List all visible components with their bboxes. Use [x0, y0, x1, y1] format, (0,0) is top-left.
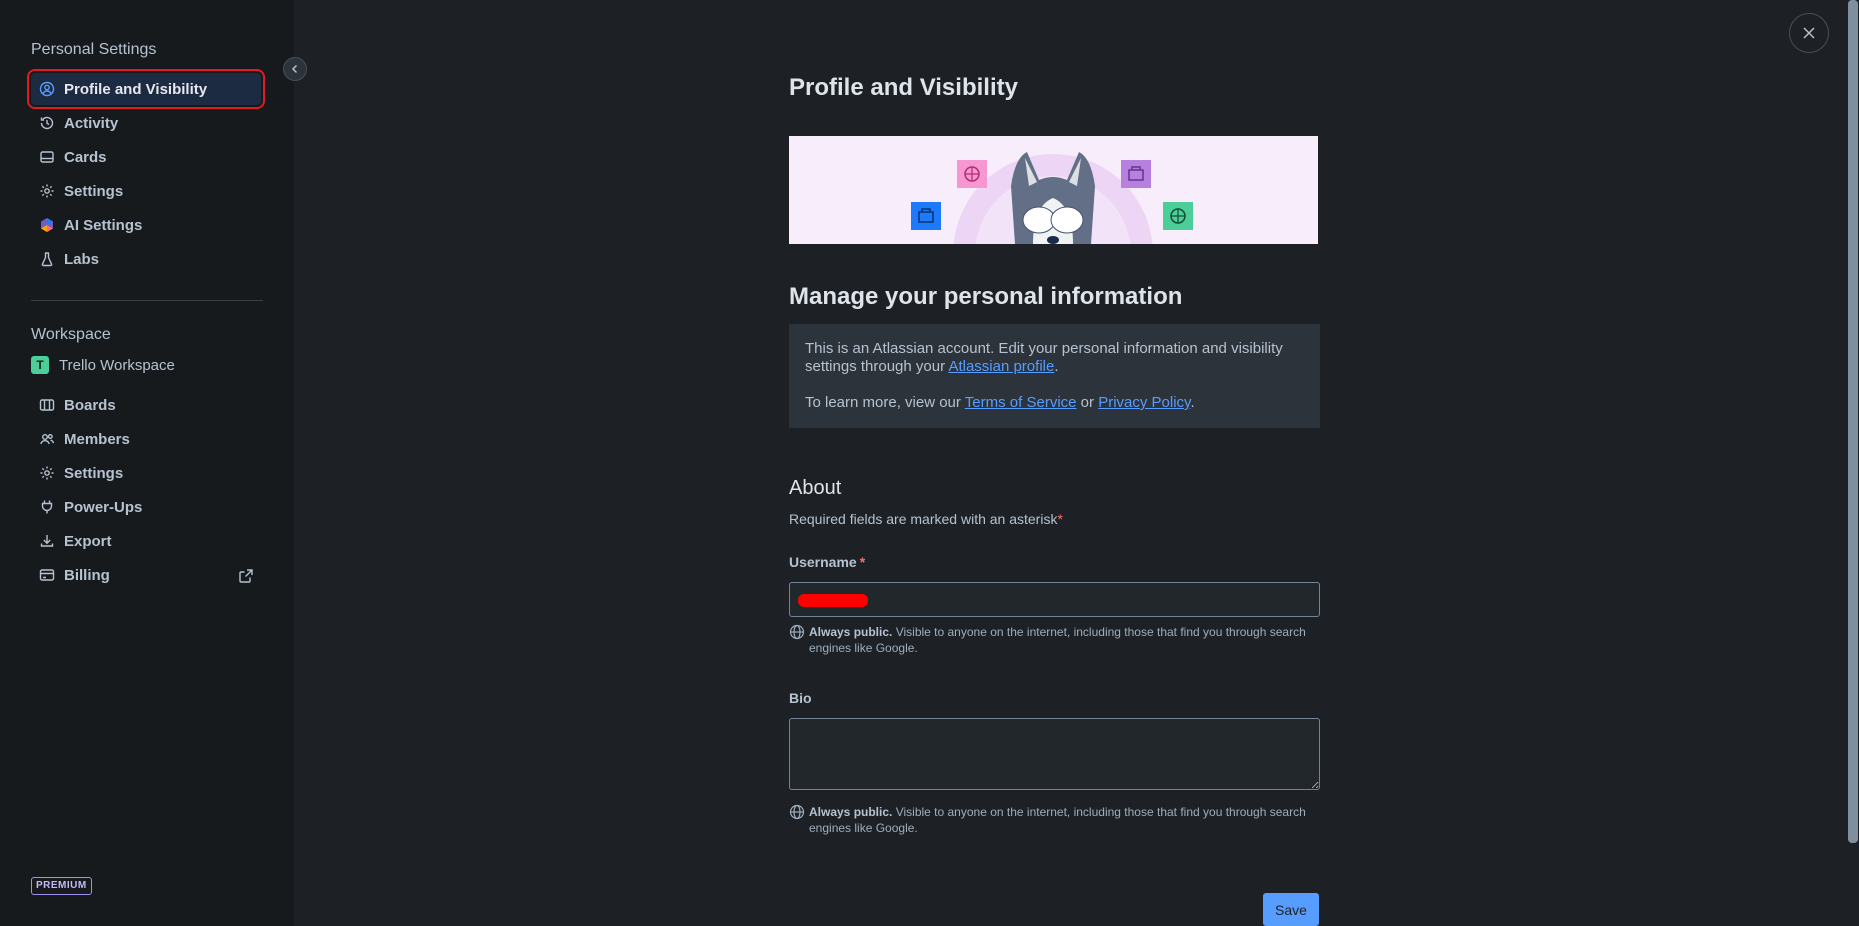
- gear-icon: [39, 183, 55, 199]
- sidebar-divider: [31, 300, 263, 301]
- sidebar-item-label: Settings: [64, 464, 124, 482]
- sidebar-item-label: Cards: [64, 148, 107, 166]
- atlassian-account-notice: This is an Atlassian account. Edit your …: [789, 324, 1320, 428]
- page-scrollbar[interactable]: [1848, 0, 1858, 843]
- ai-atlassian-icon: [39, 217, 55, 233]
- hint-bold: Always public.: [809, 805, 893, 819]
- sidebar-item-workspace-settings[interactable]: Settings: [31, 457, 261, 489]
- sidebar-item-labs[interactable]: Labs: [31, 243, 261, 275]
- workspace-name: Trello Workspace: [59, 356, 175, 374]
- notice-text: or: [1076, 394, 1099, 411]
- sidebar: Personal Settings Profile and Visibility…: [0, 0, 294, 926]
- external-link-icon[interactable]: [238, 568, 254, 584]
- required-note-text: Required fields are marked with an aster…: [789, 511, 1058, 527]
- sidebar-item-label: Power-Ups: [64, 498, 143, 516]
- sidebar-item-activity[interactable]: Activity: [31, 107, 261, 139]
- bio-label: Bio: [789, 690, 812, 706]
- people-icon: [39, 431, 55, 447]
- premium-badge: PREMIUM: [31, 877, 92, 895]
- bio-visibility-hint: Always public. Visible to anyone on the …: [789, 804, 1320, 836]
- username-label: Username *: [789, 554, 865, 570]
- board-icon: [39, 397, 55, 413]
- download-icon: [39, 533, 55, 549]
- notice-text: To learn more, view our: [805, 394, 965, 411]
- notice-text: .: [1054, 358, 1059, 375]
- profile-banner-illustration: [789, 136, 1318, 244]
- hint-text: Always public. Visible to anyone on the …: [809, 804, 1320, 836]
- bio-textarea[interactable]: [789, 718, 1320, 790]
- sidebar-item-label: Boards: [64, 396, 116, 414]
- sidebar-item-power-ups[interactable]: Power-Ups: [31, 491, 261, 523]
- workspace-avatar: T: [31, 356, 49, 374]
- notice-text: .: [1190, 394, 1195, 411]
- sidebar-item-members[interactable]: Members: [31, 423, 261, 455]
- sidebar-item-billing[interactable]: Billing: [31, 559, 261, 591]
- hint-bold: Always public.: [809, 625, 893, 639]
- workspace-heading: Workspace: [31, 326, 111, 343]
- redacted-username-mark: [798, 594, 868, 607]
- sidebar-item-label: Settings: [64, 182, 124, 200]
- chevron-left-icon: [290, 64, 300, 74]
- terms-of-service-link[interactable]: Terms of Service: [965, 394, 1077, 411]
- sidebar-item-label: Profile and Visibility: [64, 80, 208, 98]
- username-label-text: Username: [789, 554, 857, 570]
- globe-icon: [789, 624, 805, 640]
- flask-icon: [39, 251, 55, 267]
- required-fields-note: Required fields are marked with an aster…: [789, 511, 1063, 527]
- sidebar-item-cards[interactable]: Cards: [31, 141, 261, 173]
- sidebar-item-label: AI Settings: [64, 216, 143, 234]
- globe-icon: [789, 804, 805, 820]
- sidebar-item-export[interactable]: Export: [31, 525, 261, 557]
- save-button[interactable]: Save: [1263, 893, 1319, 926]
- sidebar-item-ai-settings[interactable]: AI Settings: [31, 209, 261, 241]
- workspace-switcher[interactable]: T Trello Workspace: [31, 356, 175, 374]
- credit-card-icon: [39, 567, 55, 583]
- required-asterisk: *: [859, 554, 866, 570]
- manage-info-heading: Manage your personal information: [789, 283, 1183, 310]
- sidebar-item-boards[interactable]: Boards: [31, 389, 261, 421]
- username-visibility-hint: Always public. Visible to anyone on the …: [789, 624, 1320, 656]
- collapse-sidebar-button[interactable]: [283, 57, 307, 81]
- card-icon: [39, 149, 55, 165]
- sidebar-item-settings[interactable]: Settings: [31, 175, 261, 207]
- sidebar-item-label: Billing: [64, 566, 110, 584]
- personal-settings-heading: Personal Settings: [31, 41, 157, 58]
- sidebar-item-label: Members: [64, 430, 130, 448]
- person-circle-icon: [39, 81, 55, 97]
- sidebar-item-label: Export: [64, 532, 112, 550]
- plug-icon: [39, 499, 55, 515]
- sidebar-item-profile-and-visibility[interactable]: Profile and Visibility: [27, 69, 265, 109]
- notice-line-2: To learn more, view our Terms of Service…: [805, 394, 1304, 412]
- sidebar-item-label: Labs: [64, 250, 100, 268]
- privacy-policy-link[interactable]: Privacy Policy: [1098, 394, 1190, 411]
- history-icon: [39, 115, 55, 131]
- sidebar-item-label: Activity: [64, 114, 119, 132]
- hint-text: Always public. Visible to anyone on the …: [809, 624, 1320, 656]
- required-asterisk: *: [1057, 511, 1063, 527]
- notice-line-1: This is an Atlassian account. Edit your …: [805, 340, 1304, 376]
- atlassian-profile-link[interactable]: Atlassian profile: [948, 358, 1054, 375]
- about-heading: About: [789, 477, 842, 499]
- username-input[interactable]: [789, 582, 1320, 617]
- page-title: Profile and Visibility: [789, 74, 1018, 101]
- close-icon: [1802, 26, 1816, 40]
- gear-icon: [39, 465, 55, 481]
- close-button[interactable]: [1789, 13, 1829, 53]
